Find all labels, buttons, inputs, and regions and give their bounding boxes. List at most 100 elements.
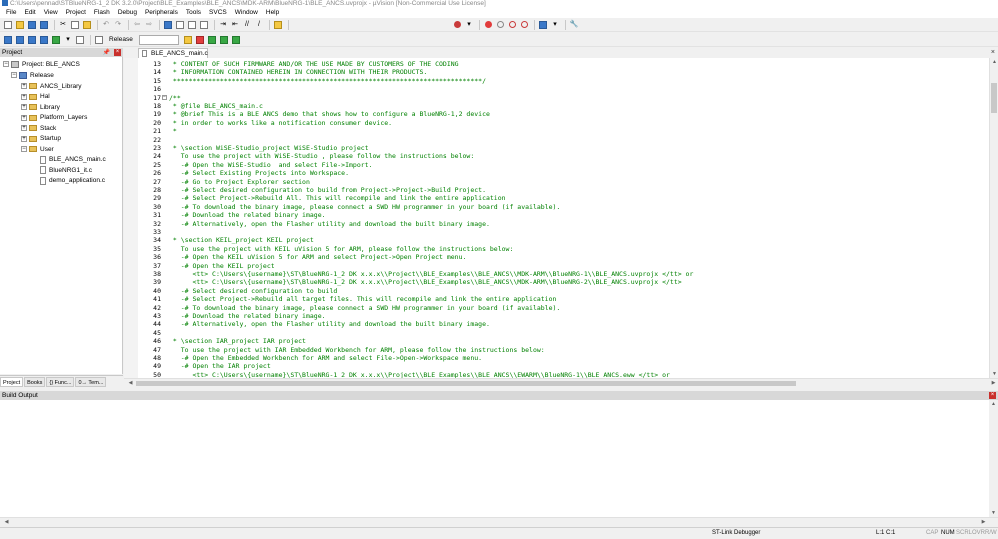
tree-item-file[interactable]: BLE_ANCS_main.c <box>40 155 106 166</box>
prev-bookmark-button[interactable] <box>175 20 185 30</box>
redo-button[interactable]: ↷ <box>113 20 123 30</box>
scroll-up-icon[interactable]: ▲ <box>989 400 998 408</box>
cut-button[interactable]: ✂ <box>58 20 68 30</box>
undo-button[interactable]: ↶ <box>101 20 111 30</box>
configure-button[interactable]: 🔧 <box>569 20 579 30</box>
close-icon[interactable]: × <box>991 48 995 58</box>
menu-debug[interactable]: Debug <box>114 8 141 18</box>
tree-item-group[interactable]: + Startup <box>21 134 61 145</box>
target-dropdown[interactable] <box>138 34 179 45</box>
tree-item-file[interactable]: BlueNRG1_it.c <box>40 165 92 176</box>
tree-item-group[interactable]: − User <box>21 144 54 155</box>
code-line[interactable]: -# Select desired configuration to build… <box>169 186 486 194</box>
menu-peripherals[interactable]: Peripherals <box>141 8 182 18</box>
tree-item-project[interactable]: − Project: BLE_ANCS <box>3 59 80 70</box>
menu-project[interactable]: Project <box>62 8 90 18</box>
code-line[interactable]: -# Select Project->Rebuild all target fi… <box>169 295 557 303</box>
editor-horizontal-scrollbar[interactable]: ◀ ▶ <box>124 378 998 387</box>
navigate-forward-button[interactable]: ⇨ <box>144 20 154 30</box>
tab-books[interactable]: Books <box>24 376 46 387</box>
editor-vertical-scrollbar[interactable]: ▲ ▼ <box>989 58 998 378</box>
scroll-right-icon[interactable]: ▶ <box>989 379 998 388</box>
scroll-up-icon[interactable]: ▲ <box>990 58 998 66</box>
expand-icon[interactable]: + <box>21 83 27 90</box>
tab-templates[interactable]: 0→ Tem... <box>75 376 107 387</box>
expand-icon[interactable]: + <box>21 135 27 142</box>
load-dropdown[interactable]: ▾ <box>63 35 73 45</box>
menu-file[interactable]: File <box>2 8 20 18</box>
window-layout-button[interactable] <box>538 20 548 30</box>
code-line[interactable]: -# Open the KEIL uVision 5 for ARM and s… <box>169 253 467 261</box>
code-line[interactable]: -# Alternatively, open the Flasher utili… <box>169 320 490 328</box>
code-line[interactable]: <tt> C:\Users\{username}\ST\BlueNRG-1_2 … <box>169 371 669 378</box>
find-button[interactable] <box>452 20 462 30</box>
build-output-horizontal-scrollbar[interactable]: ◀ ▶ <box>0 517 998 526</box>
code-line[interactable]: * INFORMATION CONTAINED HEREIN IN CONNEC… <box>169 68 427 76</box>
code-line[interactable]: /** <box>169 94 181 102</box>
tree-item-file[interactable]: demo_application.c <box>40 176 105 187</box>
code-line[interactable]: -# Select desired configuration to build <box>169 287 338 295</box>
code-line[interactable]: -# Go to Project Explorer section <box>169 178 310 186</box>
scroll-down-icon[interactable]: ▼ <box>990 370 998 378</box>
tree-item-target[interactable]: − Release <box>11 70 54 81</box>
expand-icon[interactable]: + <box>21 93 27 100</box>
unindent-button[interactable]: ⇤ <box>230 20 240 30</box>
expand-icon[interactable]: + <box>21 104 27 111</box>
code-line[interactable]: * in order to works like a notification … <box>169 119 392 127</box>
target-options-button[interactable] <box>94 35 104 45</box>
indent-button[interactable]: ⇥ <box>218 20 228 30</box>
code-line[interactable]: -# Open the WiSE-Studio and select File-… <box>169 161 373 169</box>
expand-icon[interactable]: + <box>21 125 27 132</box>
stop-build-button[interactable] <box>75 35 85 45</box>
close-icon[interactable]: × <box>989 392 996 399</box>
tree-item-group[interactable]: + ANCS_Library <box>21 81 82 92</box>
disable-breakpoint-button[interactable] <box>507 20 517 30</box>
bookmark-button[interactable] <box>163 20 173 30</box>
code-line[interactable]: -# Download the related binary image. <box>169 211 326 219</box>
code-line[interactable]: To use the project with WiSE-Studio , pl… <box>169 152 475 160</box>
menu-edit[interactable]: Edit <box>20 8 39 18</box>
code-line[interactable]: -# Open the Embedded Workbench for ARM a… <box>169 354 482 362</box>
scrollbar-thumb[interactable] <box>136 381 796 386</box>
scroll-right-icon[interactable]: ▶ <box>979 518 988 527</box>
editor-tab-ble-ancs-main[interactable]: BLE_ANCS_main.c <box>138 48 208 58</box>
code-line[interactable]: -# Alternatively, open the Flasher utili… <box>169 220 490 228</box>
collapse-icon[interactable]: − <box>21 146 27 153</box>
uncomment-button[interactable]: / <box>254 20 264 30</box>
code-line[interactable]: -# Download the related binary image. <box>169 312 326 320</box>
window-layout-dropdown[interactable]: ▾ <box>550 20 560 30</box>
code-line[interactable]: -# Open the IAR project <box>169 362 271 370</box>
new-file-button[interactable] <box>3 20 13 30</box>
code-line[interactable]: -# Select Existing Projects into Workspa… <box>169 169 349 177</box>
code-line[interactable]: <tt> C:\Users\{username}\ST\BlueNRG-1_2 … <box>169 270 693 278</box>
clear-bookmarks-button[interactable] <box>199 20 209 30</box>
find-dropdown-button[interactable]: ▾ <box>464 20 474 30</box>
translate-button[interactable] <box>3 35 13 45</box>
code-line[interactable]: -# Open the KEIL project <box>169 262 275 270</box>
menu-flash[interactable]: Flash <box>90 8 114 18</box>
code-line[interactable]: * <box>169 127 177 135</box>
tab-functions[interactable]: {} Func... <box>46 376 75 387</box>
manage-run-time-env-button[interactable] <box>207 35 217 45</box>
close-icon[interactable]: × <box>114 49 121 56</box>
breakpoint-button[interactable] <box>495 20 505 30</box>
expand-icon[interactable]: + <box>21 114 27 121</box>
kill-breakpoints-button[interactable] <box>519 20 529 30</box>
next-bookmark-button[interactable] <box>187 20 197 30</box>
code-line[interactable]: To use the project with IAR Embedded Wor… <box>169 346 545 354</box>
load-button[interactable] <box>51 35 61 45</box>
code-line[interactable]: To use the project with KEIL uVision 5 f… <box>169 245 514 253</box>
tab-project[interactable]: Project <box>0 376 24 387</box>
build-output-pane[interactable] <box>0 400 989 517</box>
options-for-target-button[interactable] <box>183 35 193 45</box>
code-editor[interactable]: * CONTENT OF SUCH FIRMWARE AND/OR THE US… <box>167 58 989 378</box>
code-line[interactable]: <tt> C:\Users\{username}\ST\BlueNRG-1_2 … <box>169 278 681 286</box>
rebuild-button[interactable] <box>27 35 37 45</box>
tree-item-group[interactable]: + Stack <box>21 123 56 134</box>
paste-button[interactable] <box>82 20 92 30</box>
code-line[interactable]: * \section KEIL_project KEIL project <box>169 236 314 244</box>
tree-item-group[interactable]: + Platform_Layers <box>21 113 87 124</box>
menu-svcs[interactable]: SVCS <box>205 8 231 18</box>
tree-item-group[interactable]: + Hal <box>21 92 50 103</box>
menu-window[interactable]: Window <box>231 8 262 18</box>
